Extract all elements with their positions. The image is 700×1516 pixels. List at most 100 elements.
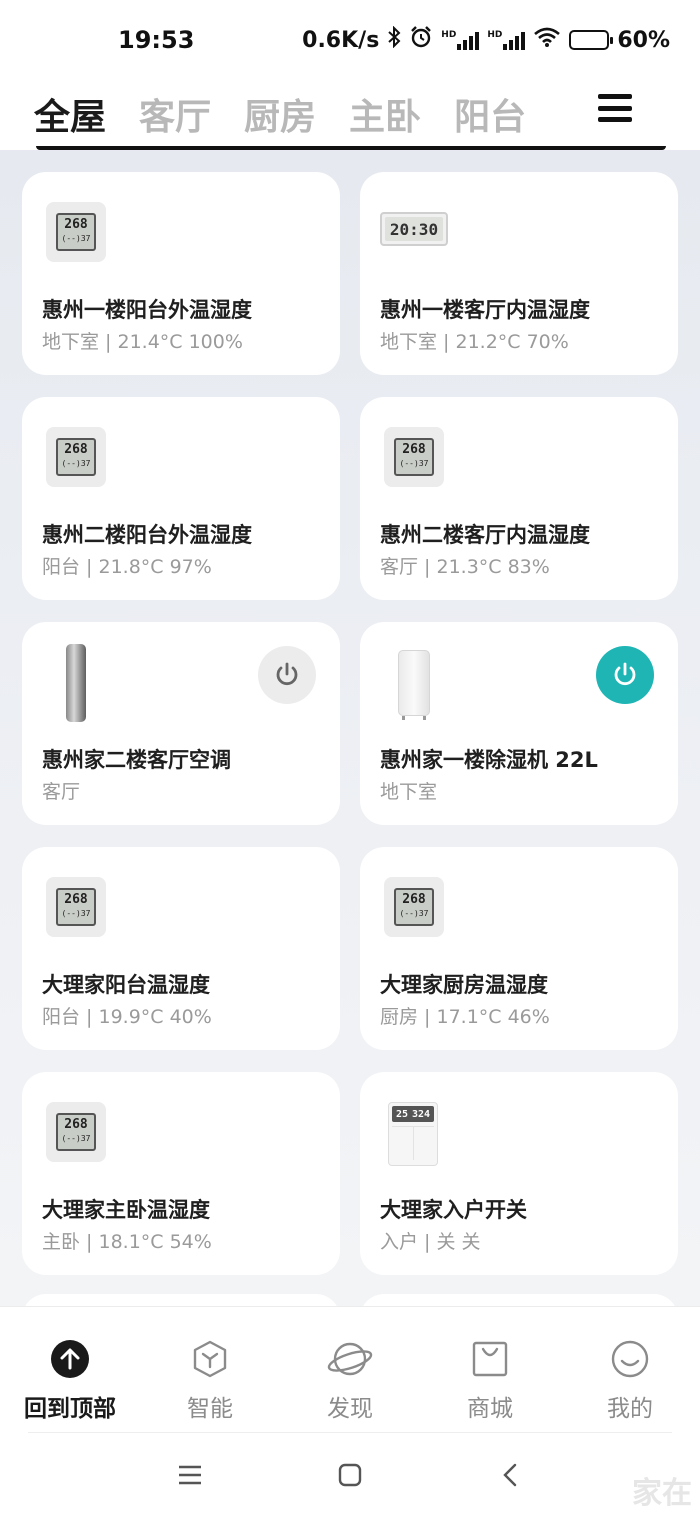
menu-icon[interactable] xyxy=(598,94,632,122)
lcd-reading: 268 xyxy=(402,442,426,457)
smiley-icon xyxy=(560,1337,700,1381)
sim1-hd-label: HD xyxy=(441,30,457,40)
planet-icon xyxy=(280,1337,420,1381)
device-status: 阳台 | 21.8°C 97% xyxy=(42,556,212,578)
sim2-hd-label: HD xyxy=(487,30,503,40)
device-name: 大理家阳台温湿度 xyxy=(42,973,210,997)
thermo-hygrometer-icon: 268 (--)37 xyxy=(384,877,444,937)
device-name: 惠州家一楼除湿机 22L xyxy=(380,748,598,772)
nav-label: 发现 xyxy=(327,1396,373,1422)
status-icons: 0.6K/s HD HD 60% xyxy=(302,25,670,55)
lcd-sub-reading: (--)37 xyxy=(61,1134,91,1143)
lcd-right-reading: 324 xyxy=(411,1108,431,1120)
lcd-reading: 268 xyxy=(64,892,88,907)
device-card-partial[interactable] xyxy=(22,1294,340,1306)
cube-icon xyxy=(140,1337,280,1381)
lcd-reading: 268 xyxy=(64,442,88,457)
device-card[interactable]: 惠州家二楼客厅空调 客厅 xyxy=(22,622,340,825)
device-list[interactable]: 268 (--)37 惠州一楼阳台外温湿度 地下室 | 21.4°C 100% 2… xyxy=(0,150,700,1306)
wifi-icon xyxy=(533,26,561,54)
tab-balcony[interactable]: 阳台 xyxy=(454,88,526,140)
device-card[interactable]: 268 (--)37 惠州一楼阳台外温湿度 地下室 | 21.4°C 100% xyxy=(22,172,340,375)
home-icon[interactable] xyxy=(330,1459,370,1491)
battery-icon xyxy=(569,30,614,50)
network-speed: 0.6K/s xyxy=(302,27,380,53)
power-icon xyxy=(614,662,636,686)
thermo-hygrometer-icon: 268 (--)37 xyxy=(46,427,106,487)
device-status: 阳台 | 19.9°C 40% xyxy=(42,1006,212,1028)
device-name: 惠州家二楼客厅空调 xyxy=(42,748,231,772)
status-time: 19:53 xyxy=(118,26,195,54)
alarm-clock-icon xyxy=(409,25,433,55)
device-name: 大理家厨房温湿度 xyxy=(380,973,548,997)
device-card[interactable]: 268 (--)37 惠州二楼阳台外温湿度 阳台 | 21.8°C 97% xyxy=(22,397,340,600)
device-card-partial[interactable] xyxy=(360,1294,678,1306)
device-status: 地下室 xyxy=(380,781,438,803)
tab-all-rooms[interactable]: 全屋 xyxy=(34,88,106,140)
lcd-sub-reading: (--)37 xyxy=(61,234,91,243)
signal-sim1-icon: HD xyxy=(441,30,480,50)
device-name: 惠州一楼阳台外温湿度 xyxy=(42,298,252,322)
nav-back-to-top[interactable]: 回到顶部 xyxy=(0,1337,140,1423)
thermo-hygrometer-icon: 268 (--)37 xyxy=(46,1102,106,1162)
power-icon xyxy=(276,662,298,686)
device-name: 惠州二楼阳台外温湿度 xyxy=(42,523,252,547)
tab-kitchen[interactable]: 厨房 xyxy=(244,88,316,140)
device-status: 主卧 | 18.1°C 54% xyxy=(42,1231,212,1253)
device-name: 惠州一楼客厅内温湿度 xyxy=(380,298,590,322)
device-card[interactable]: 25 324 大理家入户开关 入户 | 关 关 xyxy=(360,1072,678,1275)
nav-profile[interactable]: 我的 xyxy=(560,1337,700,1423)
thermo-hygrometer-icon: 268 (--)37 xyxy=(384,427,444,487)
lcd-sub-reading: (--)37 xyxy=(399,909,429,918)
device-status: 客厅 xyxy=(42,781,81,803)
nav-discover[interactable]: 发现 xyxy=(280,1337,420,1423)
lcd-sub-reading: (--)37 xyxy=(399,459,429,468)
signal-sim2-icon: HD xyxy=(487,30,526,50)
lcd-reading: 268 xyxy=(64,1117,88,1132)
wall-switch-icon: 25 324 xyxy=(388,1102,438,1166)
nav-label: 回到顶部 xyxy=(24,1396,116,1422)
bluetooth-icon xyxy=(387,25,401,54)
device-status: 厨房 | 17.1°C 46% xyxy=(380,1006,550,1028)
nav-store[interactable]: 商城 xyxy=(420,1337,560,1423)
back-icon[interactable] xyxy=(490,1459,530,1491)
device-status: 入户 | 关 关 xyxy=(380,1231,481,1253)
watermark: 家在 xyxy=(632,1476,692,1511)
recent-apps-icon[interactable] xyxy=(170,1459,210,1491)
device-name: 大理家主卧温湿度 xyxy=(42,1198,210,1222)
nav-label: 我的 xyxy=(607,1396,653,1422)
tab-master-bedroom[interactable]: 主卧 xyxy=(349,88,421,140)
arrow-up-circle-icon xyxy=(0,1337,140,1381)
lcd-reading: 268 xyxy=(402,892,426,907)
device-name: 大理家入户开关 xyxy=(380,1198,527,1222)
device-card[interactable]: 268 (--)37 大理家厨房温湿度 厨房 | 17.1°C 46% xyxy=(360,847,678,1050)
nav-label: 智能 xyxy=(187,1396,233,1422)
dehumidifier-icon xyxy=(384,650,430,720)
thermo-hygrometer-icon: 268 (--)37 xyxy=(46,202,106,262)
battery-percent: 60% xyxy=(617,27,670,53)
device-name: 惠州二楼客厅内温湿度 xyxy=(380,523,590,547)
device-status: 客厅 | 21.3°C 83% xyxy=(380,556,550,578)
device-card[interactable]: 惠州家一楼除湿机 22L 地下室 xyxy=(360,622,678,825)
nav-label: 商城 xyxy=(467,1396,513,1422)
lcd-sub-reading: (--)37 xyxy=(61,459,91,468)
device-status: 地下室 | 21.2°C 70% xyxy=(380,331,569,353)
system-navigation-bar: 家在 xyxy=(0,1433,700,1516)
thermo-hygrometer-icon: 268 (--)37 xyxy=(46,877,106,937)
lcd-reading: 268 xyxy=(64,217,88,232)
bottom-navigation: 回到顶部 智能 发现 商城 我的 xyxy=(0,1306,700,1432)
clock-thermometer-icon: 20:30 xyxy=(380,212,448,246)
shopping-bag-icon xyxy=(420,1337,560,1381)
room-tabs: 全屋 客厅 厨房 主卧 阳台 xyxy=(0,80,700,148)
device-card[interactable]: 268 (--)37 大理家阳台温湿度 阳台 | 19.9°C 40% xyxy=(22,847,340,1050)
tab-living-room[interactable]: 客厅 xyxy=(139,88,211,140)
lcd-reading: 20:30 xyxy=(385,217,443,241)
power-toggle-button[interactable] xyxy=(596,646,654,704)
nav-smart[interactable]: 智能 xyxy=(140,1337,280,1423)
air-conditioner-icon xyxy=(46,644,86,722)
power-toggle-button[interactable] xyxy=(258,646,316,704)
device-card[interactable]: 268 (--)37 惠州二楼客厅内温湿度 客厅 | 21.3°C 83% xyxy=(360,397,678,600)
device-status: 地下室 | 21.4°C 100% xyxy=(42,331,243,353)
device-card[interactable]: 20:30 惠州一楼客厅内温湿度 地下室 | 21.2°C 70% xyxy=(360,172,678,375)
device-card[interactable]: 268 (--)37 大理家主卧温湿度 主卧 | 18.1°C 54% xyxy=(22,1072,340,1275)
